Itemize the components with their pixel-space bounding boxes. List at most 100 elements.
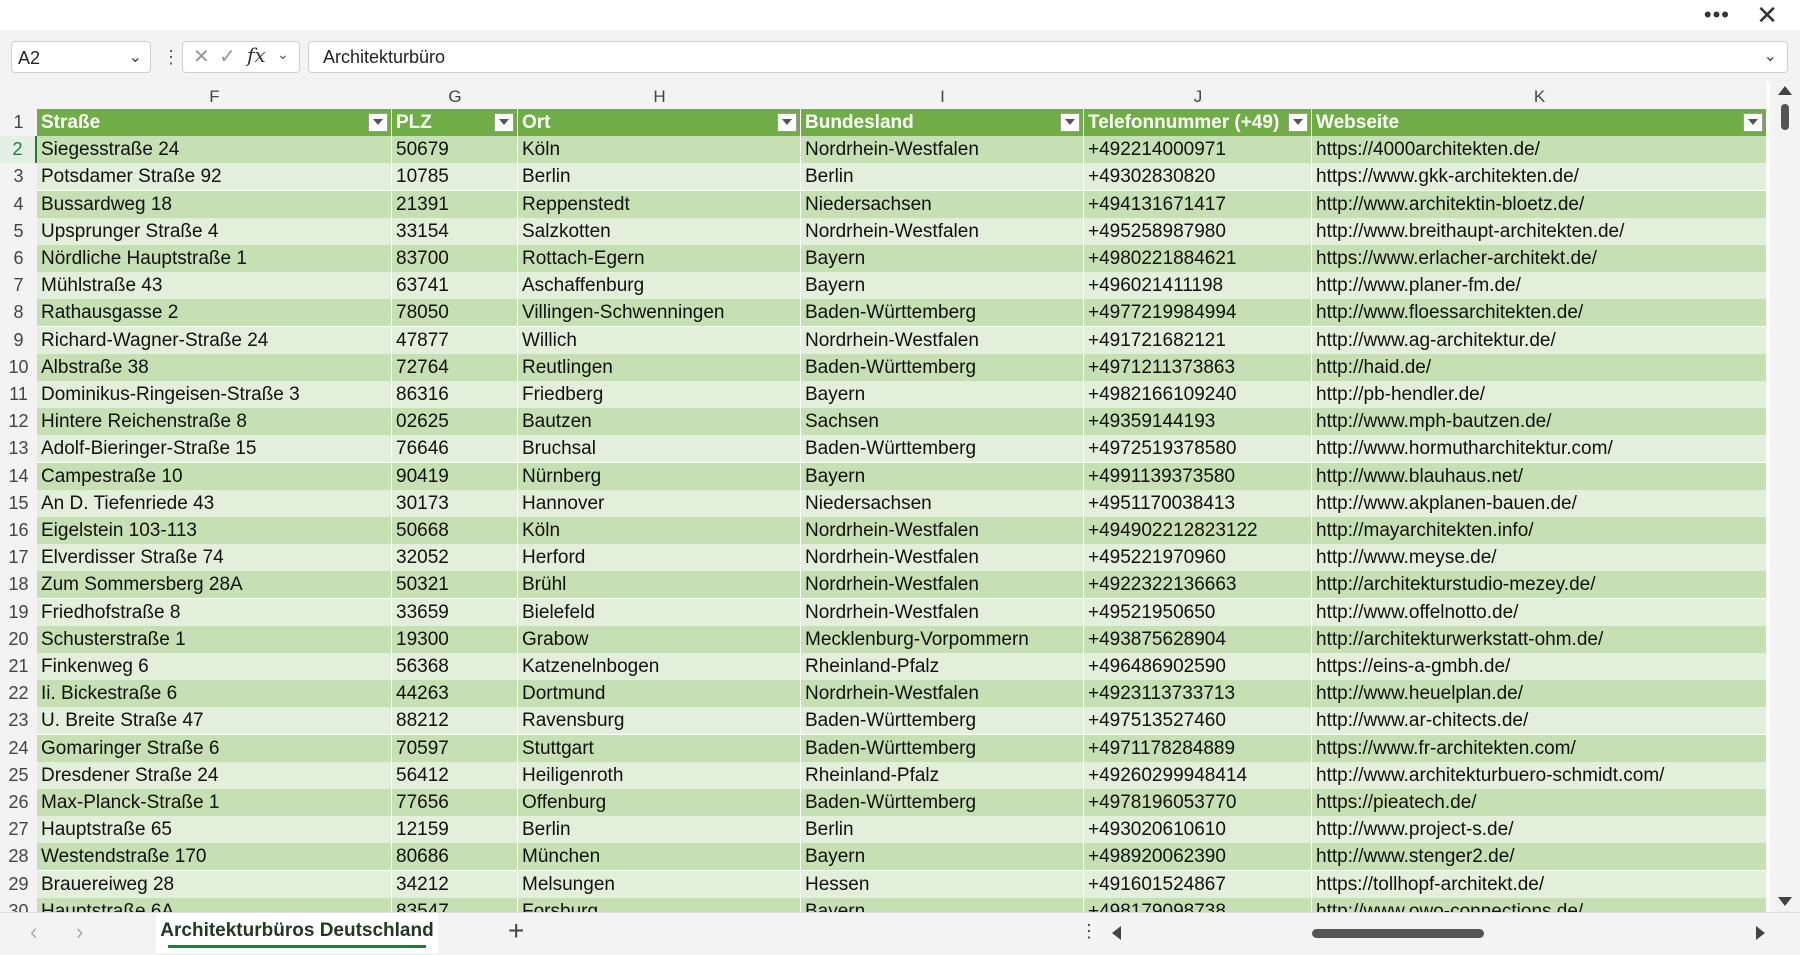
filter-dropdown-icon[interactable] (494, 113, 514, 132)
row-header[interactable]: 8 (0, 299, 37, 327)
table-cell[interactable]: Bayern (801, 381, 1084, 408)
filter-dropdown-icon[interactable] (1743, 113, 1763, 132)
table-cell[interactable]: Mecklenburg-Vorpommern (801, 625, 1084, 653)
row-header[interactable]: 22 (0, 680, 37, 708)
table-cell[interactable]: https://www.fr-architekten.com/ (1312, 734, 1767, 762)
table-header-cell[interactable]: Straße (37, 109, 392, 136)
table-cell[interactable]: +493020610610 (1084, 816, 1312, 844)
table-cell[interactable]: Nordrhein-Westfalen (801, 136, 1084, 164)
table-cell[interactable]: +497513527460 (1084, 707, 1312, 735)
row-header[interactable]: 5 (0, 217, 37, 245)
table-cell[interactable]: 19300 (392, 625, 518, 653)
table-cell[interactable]: An D. Tiefenriede 43 (37, 489, 392, 517)
filter-dropdown-icon[interactable] (368, 113, 388, 132)
column-header-f[interactable]: F (37, 82, 392, 109)
table-cell[interactable]: Brauereiweg 28 (37, 870, 392, 898)
row-header[interactable]: 4 (0, 190, 37, 218)
row-header[interactable]: 17 (0, 544, 37, 572)
table-cell[interactable]: +4980221884621 (1084, 245, 1312, 272)
table-cell[interactable]: Potsdamer Straße 92 (37, 163, 392, 191)
table-cell[interactable]: http://architekturwerkstatt-ohm.de/ (1312, 625, 1767, 653)
table-cell[interactable]: 77656 (392, 789, 518, 816)
row-header[interactable]: 9 (0, 326, 37, 354)
row-header[interactable]: 10 (0, 353, 37, 381)
row-header[interactable]: 12 (0, 408, 37, 436)
table-cell[interactable]: http://mayarchitekten.info/ (1312, 517, 1767, 544)
table-cell[interactable]: Ravensburg (518, 707, 801, 735)
table-cell[interactable]: http://www.heuelplan.de/ (1312, 680, 1767, 708)
table-cell[interactable]: http://www.mph-bautzen.de/ (1312, 408, 1767, 436)
table-cell[interactable]: +4978196053770 (1084, 789, 1312, 816)
table-cell[interactable]: München (518, 843, 801, 871)
table-cell[interactable]: 50668 (392, 517, 518, 544)
formula-input[interactable]: Architekturbüro ⌄ (308, 41, 1788, 73)
table-cell[interactable]: +4923113733713 (1084, 680, 1312, 708)
expand-formula-icon[interactable]: ⌄ (1764, 42, 1777, 72)
table-cell[interactable]: 80686 (392, 843, 518, 871)
table-cell[interactable]: http://www.floessarchitekten.de/ (1312, 299, 1767, 327)
filter-dropdown-icon[interactable] (777, 113, 797, 132)
table-cell[interactable]: 10785 (392, 163, 518, 191)
table-cell[interactable]: Rathausgasse 2 (37, 299, 392, 327)
table-cell[interactable]: +4982166109240 (1084, 381, 1312, 408)
table-cell[interactable]: https://tollhopf-architekt.de/ (1312, 870, 1767, 898)
row-header[interactable]: 28 (0, 843, 37, 871)
row-header[interactable]: 11 (0, 381, 37, 409)
table-cell[interactable]: Niedersachsen (801, 489, 1084, 517)
table-cell[interactable]: Dresdener Straße 24 (37, 761, 392, 789)
row-header[interactable]: 26 (0, 789, 37, 817)
table-cell[interactable]: Zum Sommersberg 28A (37, 571, 392, 599)
prev-sheet-icon[interactable]: ‹ (30, 919, 37, 945)
table-cell[interactable]: Albstraße 38 (37, 353, 392, 381)
table-cell[interactable]: Bautzen (518, 408, 801, 436)
table-cell[interactable]: Baden-Württemberg (801, 734, 1084, 762)
table-cell[interactable]: http://www.architekturbuero-schmidt.com/ (1312, 761, 1767, 789)
spreadsheet-grid[interactable]: F G H I J K 1 2 3 4 5 6 7 8 9 10 11 12 13 14 15 16 17 18 19 20 21 2… (0, 82, 1800, 925)
row-header[interactable]: 15 (0, 489, 37, 517)
table-cell[interactable]: 83700 (392, 245, 518, 272)
table-cell[interactable]: http://www.architektin-bloetz.de/ (1312, 190, 1767, 218)
table-cell[interactable]: http://www.offelnotto.de/ (1312, 598, 1767, 626)
table-cell[interactable]: 33659 (392, 598, 518, 626)
table-cell[interactable]: Hauptstraße 65 (37, 816, 392, 844)
table-cell[interactable]: +496021411198 (1084, 272, 1312, 300)
table-cell[interactable]: https://www.erlacher-architekt.de/ (1312, 245, 1767, 272)
table-cell[interactable]: Herford (518, 544, 801, 572)
column-header-g[interactable]: G (392, 82, 518, 109)
table-cell[interactable]: 70597 (392, 734, 518, 762)
table-cell[interactable]: Max-Planck-Straße 1 (37, 789, 392, 816)
table-cell[interactable]: 72764 (392, 353, 518, 381)
table-cell[interactable]: Nordrhein-Westfalen (801, 326, 1084, 354)
table-cell[interactable]: 76646 (392, 435, 518, 463)
table-cell[interactable]: http://www.breithaupt-architekten.de/ (1312, 217, 1767, 245)
table-cell[interactable]: Berlin (518, 163, 801, 191)
table-header-cell[interactable]: Webseite (1312, 109, 1767, 136)
table-cell[interactable]: Gomaringer Straße 6 (37, 734, 392, 762)
table-cell[interactable]: http://www.akplanen-bauen.de/ (1312, 489, 1767, 517)
table-cell[interactable]: +496486902590 (1084, 653, 1312, 680)
table-cell[interactable]: Nordrhein-Westfalen (801, 680, 1084, 708)
table-cell[interactable]: Friedhofstraße 8 (37, 598, 392, 626)
table-cell[interactable]: http://www.stenger2.de/ (1312, 843, 1767, 871)
table-cell[interactable]: Friedberg (518, 381, 801, 408)
table-cell[interactable]: +49521950650 (1084, 598, 1312, 626)
table-cell[interactable]: 21391 (392, 190, 518, 218)
insert-function-icon[interactable]: fx (247, 43, 266, 67)
table-cell[interactable]: http://www.project-s.de/ (1312, 816, 1767, 844)
name-box[interactable]: A2 ⌄ (11, 41, 151, 73)
table-cell[interactable]: 50321 (392, 571, 518, 599)
table-cell[interactable]: Baden-Württemberg (801, 707, 1084, 735)
row-header[interactable]: 2 (0, 136, 37, 164)
table-cell[interactable]: +494902212823122 (1084, 517, 1312, 544)
row-header[interactable]: 24 (0, 734, 37, 762)
table-cell[interactable]: +491601524867 (1084, 870, 1312, 898)
table-cell[interactable]: +4972519378580 (1084, 435, 1312, 463)
scroll-right-icon[interactable] (1756, 926, 1765, 940)
table-cell[interactable]: 33154 (392, 217, 518, 245)
table-cell[interactable]: +494131671417 (1084, 190, 1312, 218)
scroll-up-icon[interactable] (1778, 86, 1792, 95)
table-cell[interactable]: Bruchsal (518, 435, 801, 463)
table-cell[interactable]: +493875628904 (1084, 625, 1312, 653)
table-cell[interactable]: Baden-Württemberg (801, 299, 1084, 327)
row-header[interactable]: 27 (0, 816, 37, 844)
